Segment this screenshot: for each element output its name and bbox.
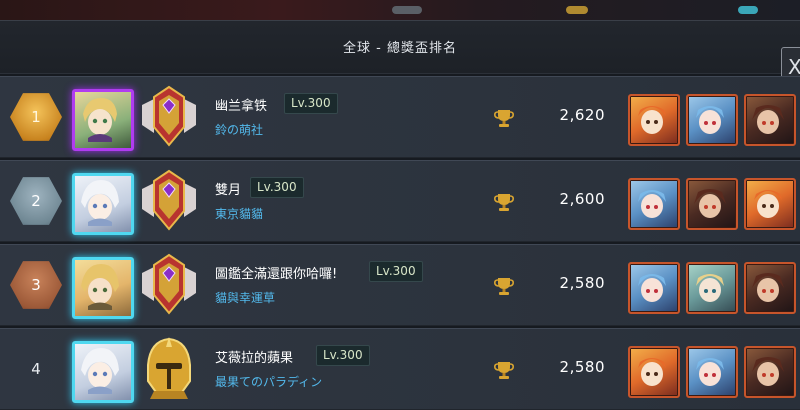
character-portrait-icon [696,274,724,302]
trophy-icon [494,194,514,211]
character-portrait-icon [752,273,784,302]
backdrop-glint [738,6,758,14]
trophy-score: 2,580 [559,274,605,292]
player-avatar[interactable] [72,341,134,403]
backdrop-glint [392,6,422,14]
trophy-score: 2,600 [559,190,605,208]
player-avatar[interactable] [72,89,134,151]
rank-number: 4 [31,360,41,378]
deck-card[interactable] [628,94,680,146]
trophy-icon [494,362,514,379]
rank-badge-bronze: 3 [10,261,62,309]
leaderboard-row[interactable]: 1 幽兰拿铁 Lv.300 鈴の萌社 2,620 [0,76,800,158]
character-portrait-icon [752,357,784,386]
guild-name[interactable]: 鈴の萌社 [215,121,263,138]
level-badge: Lv.300 [250,177,304,198]
level-badge: Lv.300 [316,345,370,366]
leaderboard-header: 全球 - 總獎盃排名 X [0,20,800,89]
player-name: 雙月 [215,183,242,198]
deck-card[interactable] [744,94,796,146]
deck-card[interactable] [686,94,738,146]
trophy-icon [494,110,514,127]
player-name: 圖鑑全滿還跟你哈囉! [215,267,338,282]
avatar-portrait-icon [81,348,119,394]
avatar-portrait-icon [81,180,119,226]
level-badge: Lv.300 [369,261,423,282]
deck-card[interactable] [744,178,796,230]
deck-card[interactable] [628,178,680,230]
backdrop-glint [566,6,588,14]
character-portrait-icon [752,105,784,134]
player-avatar[interactable] [72,257,134,319]
guild-name[interactable]: 最果てのパラディン [215,373,322,390]
page-title: 全球 - 總獎盃排名 [343,41,457,56]
rank-badge-silver: 2 [10,177,62,225]
crest-purple-icon [142,169,196,231]
crest-purple-icon [142,253,196,315]
deck-card[interactable] [628,346,680,398]
deck-card[interactable] [686,178,738,230]
game-backdrop-strip [0,0,800,20]
deck-card[interactable] [686,262,738,314]
trophy-icon [494,278,514,295]
helmet-gold-icon [147,337,191,399]
deck-card[interactable] [744,346,796,398]
character-portrait-icon [638,106,666,134]
guild-name[interactable]: 東京貓貓 [215,205,263,222]
deck-card[interactable] [628,262,680,314]
leaderboard-row[interactable]: 4 艾薇拉的蘋果 Lv.300 最果てのパラディン 2,580 [0,328,800,410]
player-name: 艾薇拉的蘋果 [215,351,294,366]
character-portrait-icon [754,190,782,218]
player-avatar[interactable] [72,173,134,235]
crest-purple-icon [142,85,196,147]
avatar-portrait-icon [81,264,119,310]
player-name: 幽兰拿铁 [215,99,268,114]
character-portrait-icon [696,106,724,134]
leaderboard-row[interactable]: 2 雙月 Lv.300 東京貓貓 2,600 [0,160,800,242]
deck-card[interactable] [744,262,796,314]
character-portrait-icon [696,358,724,386]
deck-card[interactable] [686,346,738,398]
level-badge: Lv.300 [284,93,338,114]
character-portrait-icon [638,190,666,218]
trophy-score: 2,580 [559,358,605,376]
trophy-score: 2,620 [559,106,605,124]
character-portrait-icon [694,189,726,218]
rank-badge-gold: 1 [10,93,62,141]
avatar-portrait-icon [83,98,117,142]
guild-name[interactable]: 貓與幸運草 [215,289,275,306]
leaderboard-row[interactable]: 3 圖鑑全滿還跟你哈囉! Lv.300 貓與幸運草 2,580 [0,244,800,326]
character-portrait-icon [638,274,666,302]
character-portrait-icon [638,358,666,386]
